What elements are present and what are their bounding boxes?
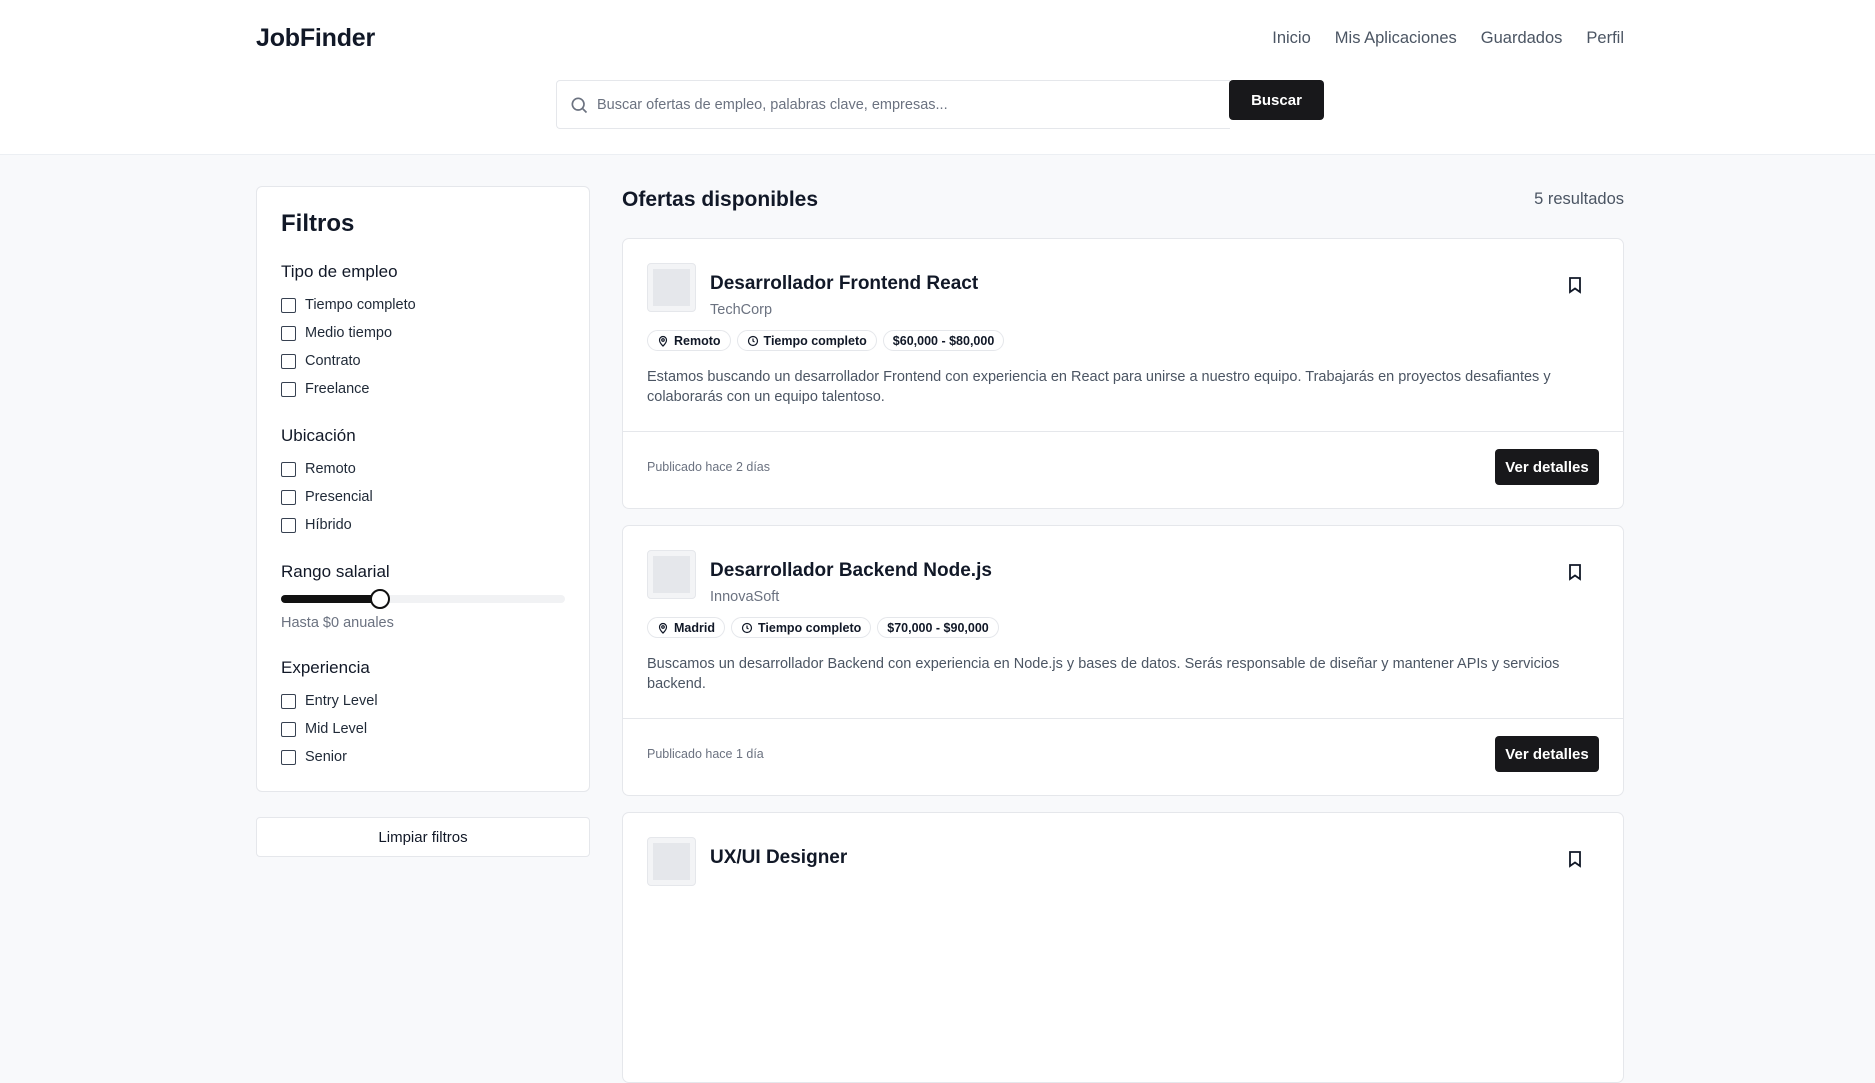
company-logo [647,837,696,886]
checkbox[interactable] [281,693,296,709]
nav-mis-aplicaciones[interactable]: Mis Aplicaciones [1335,29,1457,48]
checkbox[interactable] [281,353,296,369]
job-description: Estamos buscando un desarrollador Fronte… [647,369,1551,405]
clock-icon [747,335,758,346]
results-count: 5 resultados [1534,190,1624,208]
app-logo[interactable]: JobFinder [256,24,375,53]
search-input[interactable] [597,81,1217,128]
filter-entry-level[interactable]: Entry Level [281,693,378,709]
filter-remoto[interactable]: Remoto [281,461,356,477]
nav-inicio[interactable]: Inicio [1272,29,1311,48]
job-type-tag: Tiempo completo [730,617,872,638]
checkbox[interactable] [281,381,296,397]
filter-tiempo-completo[interactable]: Tiempo completo [281,297,416,313]
experience-title: Experiencia [281,658,370,677]
filter-mid-level[interactable]: Mid Level [281,721,367,737]
checkbox[interactable] [281,461,296,477]
job-title[interactable]: Desarrollador Backend Node.js [710,560,992,582]
filter-hibrido[interactable]: Híbrido [281,517,352,533]
clock-icon [741,622,753,633]
checkbox[interactable] [281,297,296,313]
salary-tag: $70,000 - $90,000 [877,617,999,638]
company-logo [647,550,696,599]
job-title[interactable]: Desarrollador Frontend React [710,273,978,295]
search-button[interactable]: Buscar [1229,80,1324,120]
filter-freelance[interactable]: Freelance [281,381,369,397]
nav-guardados[interactable]: Guardados [1481,29,1563,48]
bookmark-icon[interactable] [1567,276,1583,294]
filter-medio-tiempo[interactable]: Medio tiempo [281,325,392,341]
job-type-title: Tipo de empleo [281,262,398,281]
checkbox[interactable] [281,325,296,341]
job-card[interactable]: UX/UI Designer [622,812,1624,1083]
salary-slider[interactable] [281,589,565,609]
company-logo [647,263,696,312]
location-tag: Madrid [647,617,725,638]
job-tags: Remoto Tiempo completo $60,000 - $80,000 [647,330,1005,351]
nav-perfil[interactable]: Perfil [1586,29,1624,48]
filter-senior[interactable]: Senior [281,749,347,765]
checkbox[interactable] [281,517,296,533]
listing-title: Ofertas disponibles [622,188,819,211]
clear-filters-button[interactable]: Limpiar filtros [256,817,590,857]
salary-tag: $60,000 - $80,000 [882,330,1005,351]
salary-title: Rango salarial [281,562,390,581]
salary-slider-fill [281,595,381,603]
bookmark-icon[interactable] [1567,563,1583,581]
search-icon [571,97,588,114]
bookmark-icon[interactable] [1567,850,1583,868]
search-box [556,80,1230,129]
location-title: Ubicación [281,426,356,445]
card-divider [623,431,1623,432]
filters-title: Filtros [281,210,355,237]
company-name: TechCorp [710,302,773,318]
checkbox[interactable] [281,721,296,737]
view-details-button[interactable]: Ver detalles [1495,736,1599,772]
posted-date: Publicado hace 1 día [647,747,764,761]
card-divider [623,718,1623,719]
map-pin-icon [658,622,668,634]
main-nav: Inicio Mis Aplicaciones Guardados Perfil [1272,29,1624,48]
view-details-button[interactable]: Ver detalles [1495,449,1599,485]
map-pin-icon [658,335,668,347]
posted-date: Publicado hace 2 días [647,460,771,474]
job-card[interactable]: Desarrollador Backend Node.js InnovaSoft… [622,525,1624,796]
company-name: InnovaSoft [710,589,780,605]
checkbox[interactable] [281,749,296,765]
job-title[interactable]: UX/UI Designer [710,847,847,869]
checkbox[interactable] [281,489,296,505]
location-tag: Remoto [647,330,731,351]
job-type-tag: Tiempo completo [736,330,877,351]
job-card[interactable]: Desarrollador Frontend React TechCorp Re… [622,238,1624,509]
filters-panel: Filtros Tipo de empleo Tiempo completo M… [256,186,590,792]
filter-presencial[interactable]: Presencial [281,489,373,505]
header: JobFinder Inicio Mis Aplicaciones Guarda… [0,0,1875,155]
salary-slider-thumb[interactable] [370,589,391,609]
job-description: Buscamos un desarrollador Backend con ex… [647,656,1560,692]
filter-contrato[interactable]: Contrato [281,353,361,369]
job-tags: Madrid Tiempo completo $70,000 - $90,000 [647,617,999,638]
salary-note: Hasta $0 anuales [281,615,394,631]
